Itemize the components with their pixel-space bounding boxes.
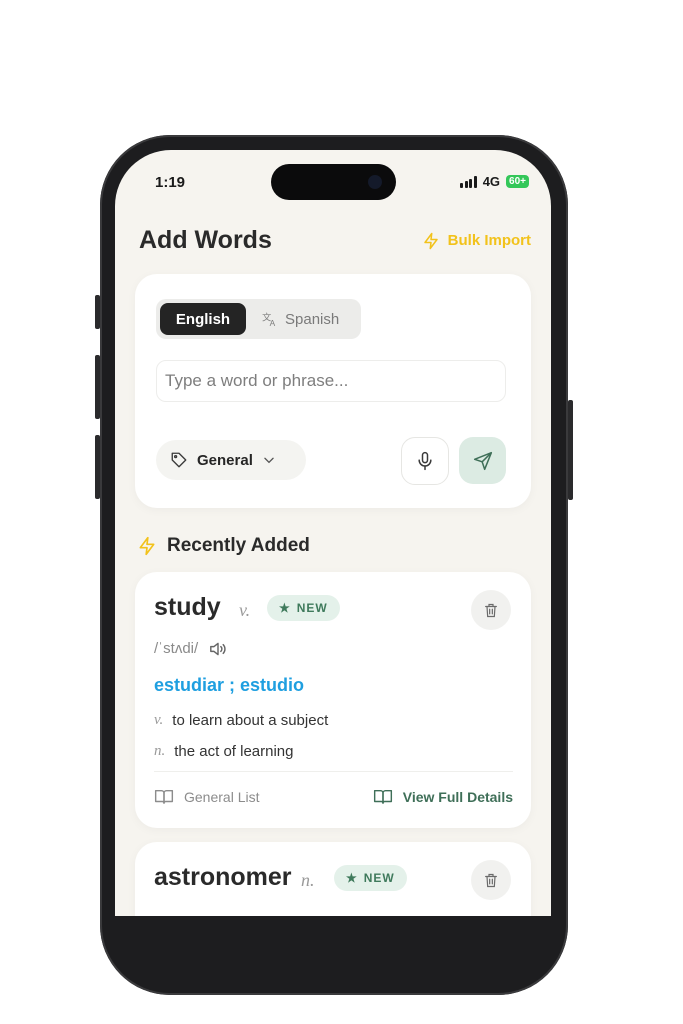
language-toggle: English 文 A Spanish xyxy=(156,299,361,339)
speaker-icon[interactable] xyxy=(208,641,228,657)
definition-item: n. the act of learning xyxy=(154,743,294,760)
word-card: astronomer n. ★ NEW xyxy=(135,842,531,916)
trash-icon xyxy=(485,603,497,617)
page-header: Add Words Bulk Import xyxy=(139,226,531,255)
delete-word-button[interactable] xyxy=(471,590,511,630)
card-divider xyxy=(154,771,513,772)
battery-icon: 60+ xyxy=(506,175,529,188)
phone-frame: 1:19 4G 60+ Add Words Bulk Import Englis… xyxy=(95,135,573,995)
definition-pos: v. xyxy=(154,712,164,728)
new-badge: ★ NEW xyxy=(334,865,407,891)
dynamic-island xyxy=(271,164,396,200)
word-part-of-speech: n. xyxy=(301,870,315,890)
book-icon xyxy=(154,789,174,804)
camera-icon xyxy=(368,175,382,189)
word-card: study v. ★ NEW /ˈstʌdi/ estudiar ; estud… xyxy=(135,572,531,828)
definition-pos: n. xyxy=(154,743,166,759)
chevron-down-icon xyxy=(264,457,274,464)
send-icon xyxy=(473,451,492,470)
word-title: astronomer xyxy=(154,863,292,891)
delete-word-button[interactable] xyxy=(471,860,511,900)
recently-added-heading: Recently Added xyxy=(137,535,310,557)
tag-icon xyxy=(171,452,187,468)
view-details-link[interactable]: View Full Details xyxy=(373,788,513,805)
new-badge-label: NEW xyxy=(296,601,328,615)
translate-icon: 文 A xyxy=(262,312,276,327)
new-badge: ★ NEW xyxy=(267,595,340,621)
word-part-of-speech: v. xyxy=(239,600,251,620)
phonetic-row: /ˈstʌdi/ xyxy=(154,640,228,657)
category-label: General xyxy=(197,451,253,469)
network-label: 4G xyxy=(482,174,501,189)
view-details-label: View Full Details xyxy=(402,788,513,805)
lightning-icon xyxy=(139,536,155,556)
recently-added-title: Recently Added xyxy=(167,535,310,556)
definition-item: v. to learn about a subject xyxy=(154,712,328,729)
microphone-icon xyxy=(418,451,432,471)
submit-word-button[interactable] xyxy=(459,437,506,484)
svg-text:A: A xyxy=(270,318,276,327)
app-screen: 1:19 4G 60+ Add Words Bulk Import Englis… xyxy=(115,150,551,916)
volume-down-button xyxy=(95,435,100,499)
list-name: General List xyxy=(184,788,260,805)
page-title: Add Words xyxy=(139,226,272,254)
trash-icon xyxy=(485,873,497,887)
power-button xyxy=(568,400,573,500)
category-select[interactable]: General xyxy=(156,440,306,480)
star-icon: ★ xyxy=(279,601,291,615)
lightning-icon xyxy=(423,232,438,249)
word-title: study xyxy=(154,593,221,621)
definition-text: the act of learning xyxy=(174,743,294,760)
translation-text: estudiar ; estudio xyxy=(154,675,305,695)
signal-icon xyxy=(460,175,477,188)
bulk-import-button[interactable]: Bulk Import xyxy=(422,232,531,250)
bulk-import-label: Bulk Import xyxy=(447,232,531,249)
status-time: 1:19 xyxy=(155,174,186,191)
star-icon: ★ xyxy=(346,871,358,885)
tab-english[interactable]: English xyxy=(160,303,246,335)
mute-switch xyxy=(95,295,100,329)
word-input[interactable] xyxy=(156,360,506,402)
word-list-label: General List xyxy=(154,788,259,805)
tab-spanish[interactable]: 文 A Spanish xyxy=(262,303,339,335)
tab-spanish-label: Spanish xyxy=(285,310,340,328)
definition-text: to learn about a subject xyxy=(172,712,329,729)
volume-up-button xyxy=(95,355,100,419)
add-word-card: English 文 A Spanish General xyxy=(135,274,531,508)
book-open-icon xyxy=(373,789,392,804)
status-indicators: 4G 60+ xyxy=(460,174,529,189)
phonetic-text: /ˈstʌdi/ xyxy=(154,640,199,657)
new-badge-label: NEW xyxy=(363,871,395,885)
voice-input-button[interactable] xyxy=(401,437,449,485)
